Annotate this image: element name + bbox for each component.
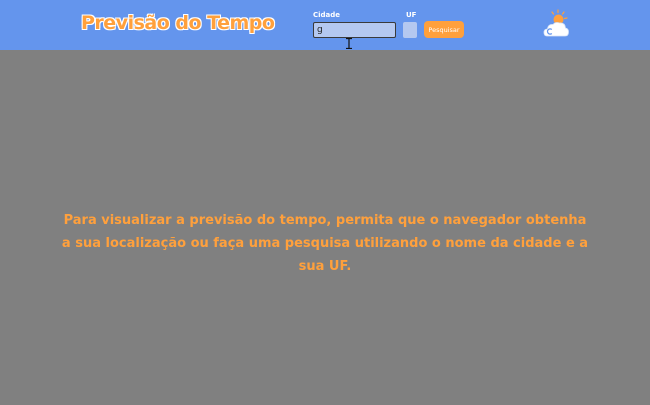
app-title: Previsão do Tempo [81,12,275,34]
header-bar: Previsão do Tempo Cidade UF Pesquisar [0,0,650,50]
uf-label: UF [406,11,417,19]
cloud-sun-icon [543,9,569,37]
city-label: Cidade [313,11,341,19]
info-message: Para visualizar a previsão do tempo, per… [61,213,589,274]
uf-input[interactable] [403,22,417,38]
city-input[interactable] [313,22,396,38]
text-cursor-icon [346,38,352,49]
search-button[interactable]: Pesquisar [424,21,464,38]
